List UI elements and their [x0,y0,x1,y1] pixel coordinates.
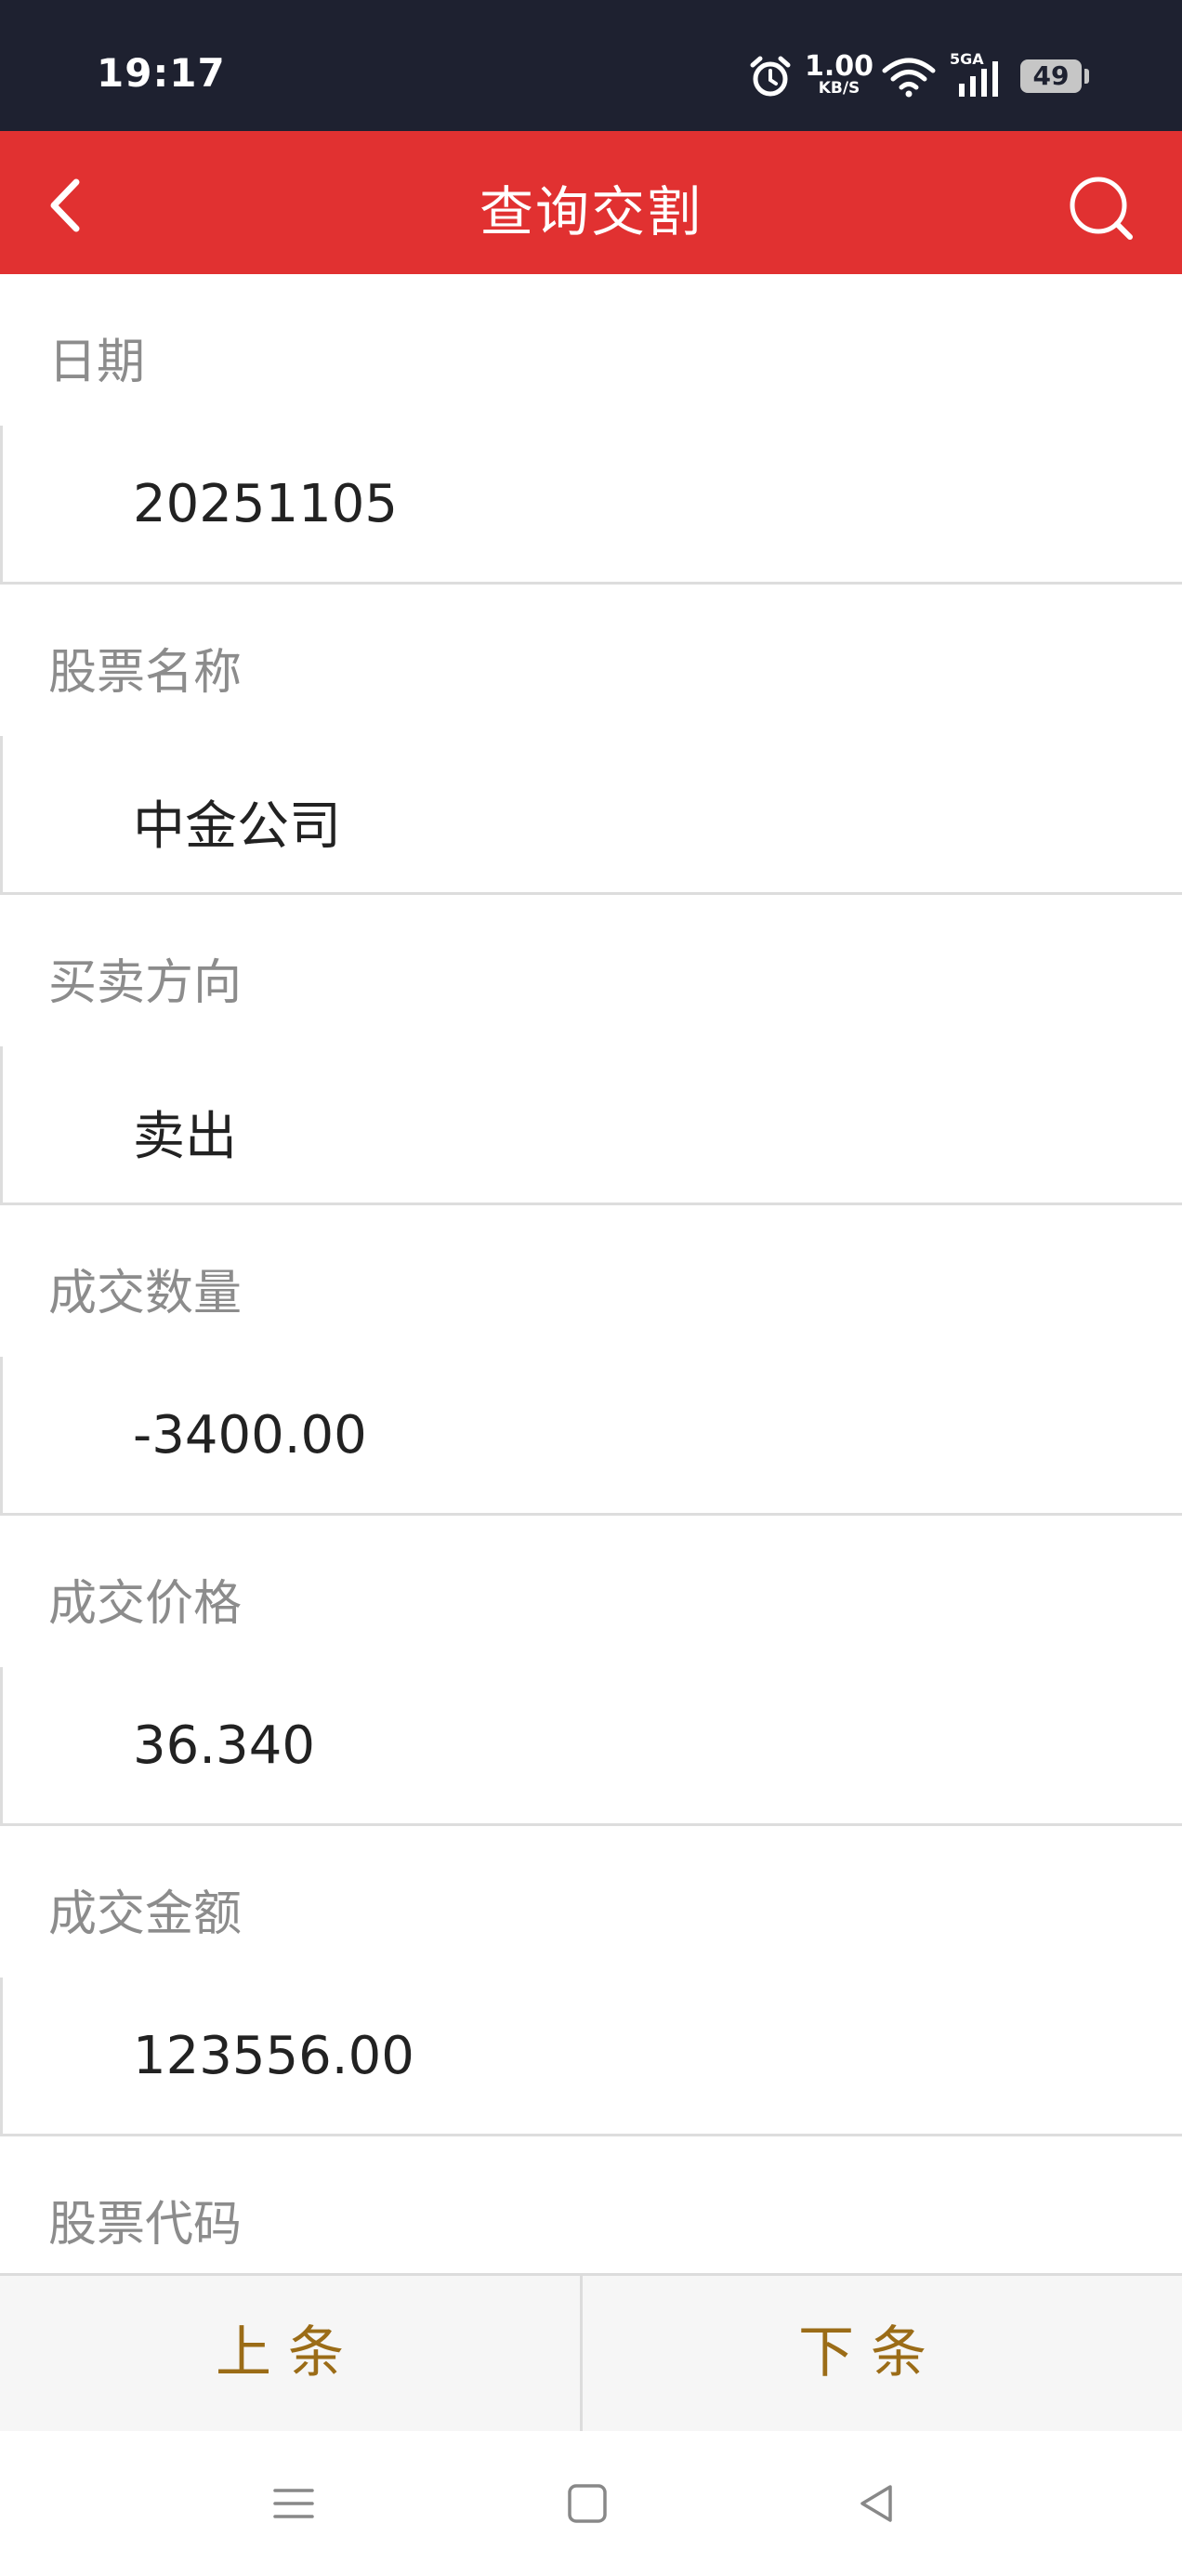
network-speed-value: 1.00 [805,50,874,83]
field-label-direction: 买卖方向 [0,895,1182,1050]
page-title: 查询交割 [479,180,703,243]
search-icon [1070,177,1133,240]
status-time: 19:17 [97,50,226,96]
field-label-stock-code: 股票代码 [0,2136,1182,2292]
previous-record-button[interactable]: 上条 [0,2276,576,2431]
search-button[interactable] [1059,166,1143,250]
alarm-icon [750,56,791,97]
field-value-direction: 卖出 [0,1046,1182,1205]
field-value-amount: 123556.00 [0,1978,1182,2136]
field-value-date: 20251105 [0,426,1182,585]
field-value-price: 36.340 [0,1667,1182,1826]
detail-list: 日期 20251105 股票名称 中金公司 买卖方向 卖出 成交数量 -3400… [0,274,1182,2447]
field-label-stock-name: 股票名称 [0,585,1182,740]
next-record-button[interactable]: 下条 [580,2276,1159,2431]
field-label-price: 成交价格 [0,1516,1182,1671]
wifi-icon [882,58,936,98]
field-value-quantity: -3400.00 [0,1357,1182,1516]
field-label-amount: 成交金额 [0,1826,1182,1981]
battery-indicator: 49 [1020,59,1089,93]
network-speed: 1.00 KB/S [805,50,874,98]
footer-pager: 上条 下条 [0,2273,1182,2431]
field-label-date: 日期 [0,274,1182,429]
nav-bar: 查询交割 [0,131,1182,274]
cellular-signal-icon [959,61,998,97]
back-nav-button[interactable] [849,2476,905,2531]
system-navigation-bar [0,2431,1182,2576]
field-value-stock-name: 中金公司 [0,736,1182,895]
status-bar: 19:17 1.00 KB/S 5GA 49 [0,0,1182,131]
menu-icon [273,2489,314,2518]
field-label-quantity: 成交数量 [0,1205,1182,1360]
menu-nav-button[interactable] [266,2476,322,2531]
home-square-icon [568,2484,607,2523]
home-nav-button[interactable] [559,2476,615,2531]
back-triangle-icon [860,2485,892,2522]
